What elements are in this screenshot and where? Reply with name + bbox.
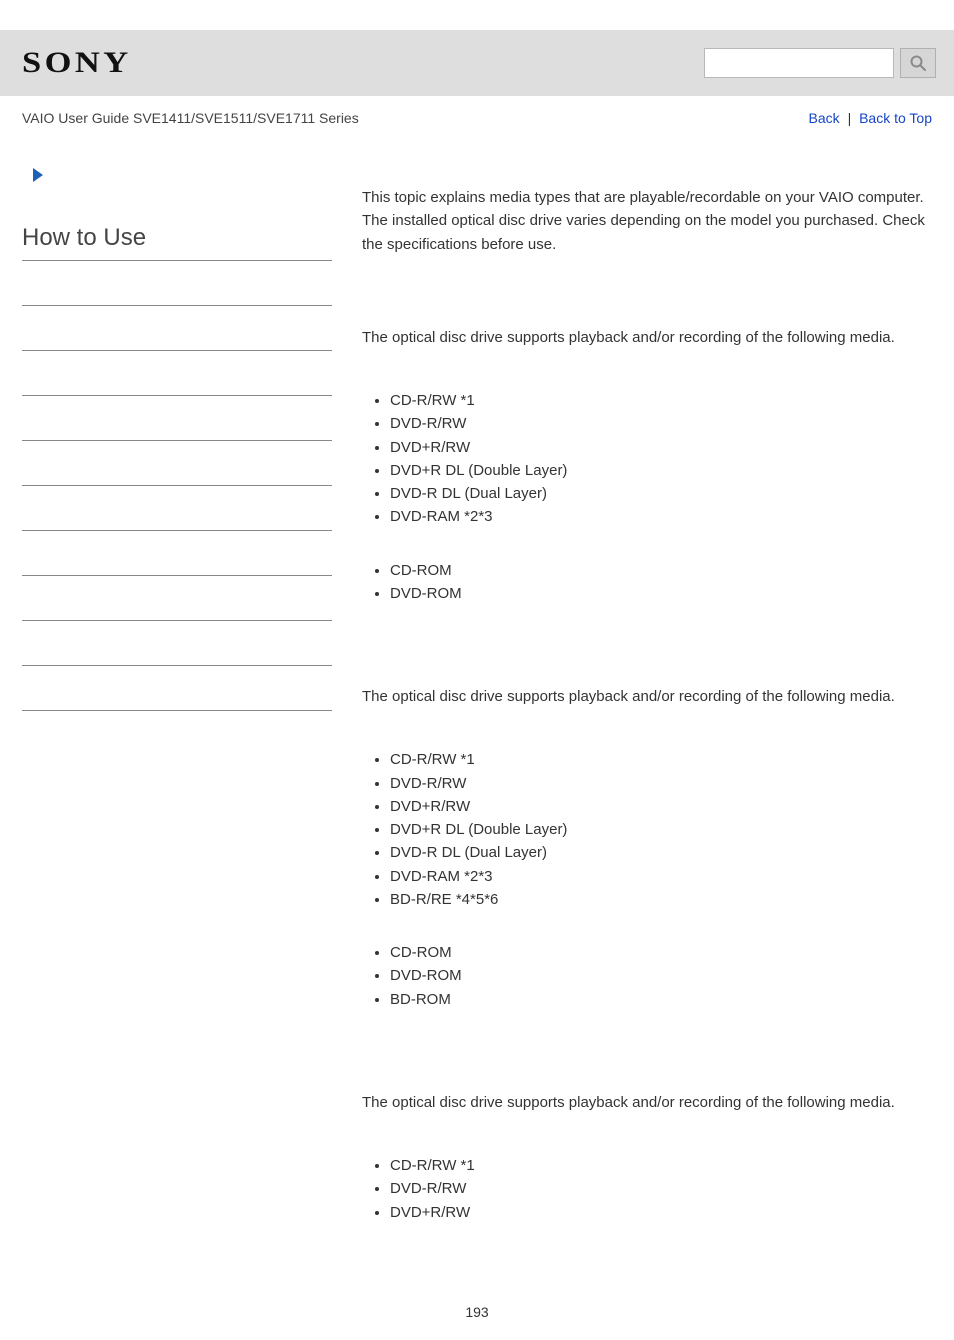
main-content: This topic explains media types that are… xyxy=(362,166,932,1254)
media-list: CD-ROMDVD-ROM xyxy=(362,559,932,606)
chevron-right-icon xyxy=(30,166,48,184)
sidebar-item[interactable] xyxy=(22,621,332,666)
sidebar: How to Use xyxy=(22,166,332,1254)
media-list-item: DVD+R DL (Double Layer) xyxy=(390,459,932,482)
media-list-item: DVD-R/RW xyxy=(390,412,932,435)
media-list-item: BD-ROM xyxy=(390,988,932,1011)
sidebar-item[interactable] xyxy=(22,351,332,396)
media-list-item: DVD+R/RW xyxy=(390,1201,932,1224)
media-list-item: BD-R/RE *4*5*6 xyxy=(390,888,932,911)
media-list-item: DVD-ROM xyxy=(390,964,932,987)
nav-separator: | xyxy=(848,110,852,126)
section-intro: The optical disc drive supports playback… xyxy=(362,1091,932,1114)
media-list-item: DVD+R/RW xyxy=(390,436,932,459)
media-list: CD-R/RW *1DVD-R/RWDVD+R/RWDVD+R DL (Doub… xyxy=(362,389,932,529)
sidebar-item[interactable] xyxy=(22,441,332,486)
section-spacer xyxy=(362,1041,932,1091)
sidebar-item[interactable] xyxy=(22,486,332,531)
sidebar-item[interactable] xyxy=(22,261,332,306)
search-button[interactable] xyxy=(900,48,936,78)
sidebar-item[interactable] xyxy=(22,306,332,351)
sidebar-item[interactable] xyxy=(22,396,332,441)
search-icon xyxy=(909,54,927,72)
media-list-item: DVD-RAM *2*3 xyxy=(390,865,932,888)
section-intro: The optical disc drive supports playback… xyxy=(362,326,932,349)
media-list-item: CD-R/RW *1 xyxy=(390,748,932,771)
search-input[interactable] xyxy=(704,48,894,78)
page-number: 193 xyxy=(0,1294,954,1340)
media-list: CD-R/RW *1DVD-R/RWDVD+R/RW xyxy=(362,1154,932,1224)
media-list-item: DVD-RAM *2*3 xyxy=(390,505,932,528)
media-list-item: DVD-R/RW xyxy=(390,1177,932,1200)
back-link[interactable]: Back xyxy=(809,110,840,126)
nav-links: Back | Back to Top xyxy=(809,110,932,126)
guide-title: VAIO User Guide SVE1411/SVE1511/SVE1711 … xyxy=(22,110,359,126)
section-spacer xyxy=(362,635,932,685)
media-list: CD-ROMDVD-ROMBD-ROM xyxy=(362,941,932,1011)
sony-logo: SONY xyxy=(22,46,132,80)
media-list-item: DVD-ROM xyxy=(390,582,932,605)
media-list-item: CD-ROM xyxy=(390,559,932,582)
media-list-item: CD-ROM xyxy=(390,941,932,964)
sidebar-item[interactable] xyxy=(22,666,332,711)
media-list-item: CD-R/RW *1 xyxy=(390,389,932,412)
expand-toggle[interactable] xyxy=(30,166,332,184)
media-list-item: DVD-R/RW xyxy=(390,772,932,795)
sidebar-item[interactable] xyxy=(22,576,332,621)
sidebar-heading: How to Use xyxy=(22,224,332,252)
intro-paragraph: This topic explains media types that are… xyxy=(362,186,932,256)
media-list-item: DVD+R DL (Double Layer) xyxy=(390,818,932,841)
sidebar-item[interactable] xyxy=(22,531,332,576)
media-list-item: DVD+R/RW xyxy=(390,795,932,818)
section-intro: The optical disc drive supports playback… xyxy=(362,685,932,708)
subheader: VAIO User Guide SVE1411/SVE1511/SVE1711 … xyxy=(0,96,954,136)
header-bar: SONY xyxy=(0,30,954,96)
sidebar-nav-list xyxy=(22,260,332,711)
back-to-top-link[interactable]: Back to Top xyxy=(859,110,932,126)
media-list-item: DVD-R DL (Dual Layer) xyxy=(390,841,932,864)
content-area: How to Use This topic explains media typ… xyxy=(0,136,954,1294)
media-list: CD-R/RW *1DVD-R/RWDVD+R/RWDVD+R DL (Doub… xyxy=(362,748,932,911)
media-list-item: CD-R/RW *1 xyxy=(390,1154,932,1177)
search-wrap xyxy=(704,48,936,78)
media-list-item: DVD-R DL (Dual Layer) xyxy=(390,482,932,505)
